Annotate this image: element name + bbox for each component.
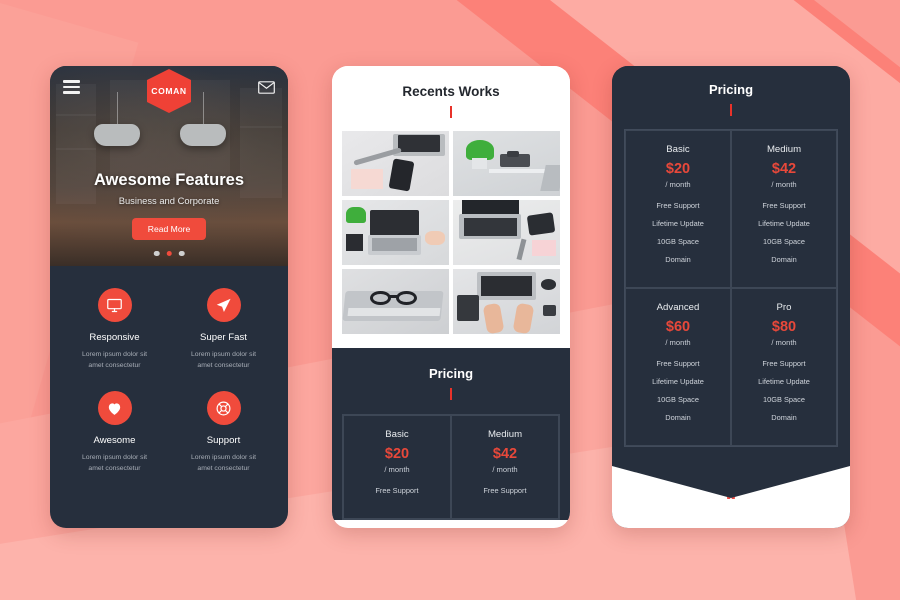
plan-name: Basic xyxy=(666,144,690,155)
feature-item[interactable]: Support Lorem ipsum dolor sit amet consec… xyxy=(169,391,278,474)
gallery-thumbnail[interactable] xyxy=(342,200,449,265)
pricing-plan-card[interactable]: Advanced $60 / month Free Support Lifetim… xyxy=(625,288,731,446)
phone-screen-works: Recents Works Pricing Basic $20 / month … xyxy=(332,66,570,528)
pricing-section: Pricing Basic $20 / month Free Support Me… xyxy=(332,348,570,520)
gallery-thumbnail[interactable] xyxy=(453,131,560,196)
hero-title: Awesome Features xyxy=(93,171,245,189)
plan-price: $20 xyxy=(665,161,691,177)
pricing-plan-card[interactable]: Medium $42 / month Free Support Lifetime … xyxy=(731,130,837,288)
heart-icon xyxy=(97,391,132,426)
plan-price: $60 xyxy=(665,319,691,335)
hero-subtitle: Business and Corporate xyxy=(118,195,220,206)
feature-description: Lorem ipsum dolor sit amet consectetur xyxy=(82,351,147,369)
plan-feature: Free Support xyxy=(483,486,527,495)
recent-works-section: Recents Works xyxy=(332,66,570,348)
pricing-plan-card[interactable]: Basic $20 / month Free Support xyxy=(343,415,451,519)
envelope-icon[interactable] xyxy=(258,80,275,94)
carousel-dot[interactable] xyxy=(178,250,185,256)
testimonial-footer: “ xyxy=(612,466,850,528)
plan-period: / month xyxy=(771,180,797,189)
plan-feature: 10GB Space xyxy=(657,237,699,246)
gallery-grid xyxy=(332,118,570,334)
plan-feature: Domain xyxy=(771,413,797,422)
plan-feature: 10GB Space xyxy=(657,395,699,404)
paper-plane-icon xyxy=(206,288,241,322)
plan-feature: Free Support xyxy=(375,486,419,495)
read-more-button[interactable]: Read More xyxy=(131,218,207,240)
plan-feature: Domain xyxy=(771,255,797,264)
gallery-thumbnail[interactable] xyxy=(342,269,449,334)
gallery-thumbnail[interactable] xyxy=(453,269,560,334)
pricing-title: Pricing xyxy=(428,366,474,381)
feature-description: Lorem ipsum dolor sit amet consectetur xyxy=(82,454,147,472)
pricing-section: Pricing Basic $20 / month Free Support Li… xyxy=(612,66,850,447)
plan-price: $80 xyxy=(771,319,797,335)
carousel-dot-active[interactable] xyxy=(166,250,172,256)
quote-mark-icon: “ xyxy=(725,488,737,513)
accent-bar xyxy=(729,104,733,116)
phone-screen-pricing: Pricing Basic $20 / month Free Support Li… xyxy=(612,66,850,528)
app-header: COMAN xyxy=(50,66,288,113)
plan-name: Basic xyxy=(385,429,409,440)
phone-screen-home: COMAN Awesome Features Business and Corp… xyxy=(50,66,288,528)
monitor-icon xyxy=(97,288,132,322)
plan-feature: Lifetime Update xyxy=(758,377,810,386)
feature-description: Lorem ipsum dolor sit amet consectetur xyxy=(191,351,256,369)
feature-item[interactable]: Responsive Lorem ipsum dolor sit amet con… xyxy=(60,288,169,371)
plan-name: Pro xyxy=(776,302,792,313)
gallery-thumbnail[interactable] xyxy=(453,200,560,265)
feature-description: Lorem ipsum dolor sit amet consectetur xyxy=(191,454,256,472)
pricing-plan-card[interactable]: Pro $80 / month Free Support Lifetime Upd… xyxy=(731,288,837,446)
works-title: Recents Works xyxy=(402,84,500,99)
feature-title: Awesome xyxy=(93,435,136,447)
plan-period: / month xyxy=(384,465,410,474)
plan-feature: Domain xyxy=(665,413,691,422)
features-grid: Responsive Lorem ipsum dolor sit amet con… xyxy=(50,266,288,491)
carousel-dot[interactable] xyxy=(153,250,160,256)
plan-feature: 10GB Space xyxy=(763,395,805,404)
feature-item[interactable]: Awesome Lorem ipsum dolor sit amet consec… xyxy=(60,391,169,474)
plan-period: / month xyxy=(665,180,691,189)
plan-feature: Lifetime Update xyxy=(652,219,704,228)
accent-bar xyxy=(449,388,453,400)
pricing-plan-card[interactable]: Medium $42 / month Free Support xyxy=(451,415,559,519)
plan-price: $42 xyxy=(771,161,797,177)
plan-feature: Free Support xyxy=(762,201,806,210)
pricing-title: Pricing xyxy=(708,82,754,97)
feature-title: Responsive xyxy=(89,332,140,343)
plan-name: Medium xyxy=(487,429,523,440)
plan-price: $42 xyxy=(492,446,518,462)
plan-period: / month xyxy=(771,338,797,347)
mockup-canvas: COMAN Awesome Features Business and Corp… xyxy=(0,0,900,600)
plan-feature: Free Support xyxy=(656,359,700,368)
feature-title: Super Fast xyxy=(200,332,247,343)
plan-period: / month xyxy=(492,465,518,474)
plan-feature: Lifetime Update xyxy=(652,377,704,386)
plan-price: $20 xyxy=(384,446,410,462)
plan-feature: Lifetime Update xyxy=(758,219,810,228)
lifebuoy-icon xyxy=(206,391,241,426)
plan-feature: Free Support xyxy=(656,201,700,210)
feature-item[interactable]: Super Fast Lorem ipsum dolor sit amet con… xyxy=(169,288,278,371)
hamburger-icon[interactable] xyxy=(63,77,80,97)
plan-name: Medium xyxy=(766,144,802,155)
plan-feature: 10GB Space xyxy=(763,237,805,246)
pricing-table: Basic $20 / month Free Support Medium $42… xyxy=(342,414,560,520)
plan-feature: Free Support xyxy=(762,359,806,368)
logo[interactable]: COMAN xyxy=(147,69,191,113)
pricing-plan-card[interactable]: Basic $20 / month Free Support Lifetime U… xyxy=(625,130,731,288)
plan-name: Advanced xyxy=(656,302,700,313)
gallery-thumbnail[interactable] xyxy=(342,131,449,196)
pricing-table: Basic $20 / month Free Support Lifetime U… xyxy=(624,129,838,447)
feature-title: Support xyxy=(206,435,241,447)
logo-text: COMAN xyxy=(151,86,187,96)
plan-period: / month xyxy=(665,338,691,347)
accent-bar xyxy=(449,106,453,118)
carousel-dots[interactable] xyxy=(153,250,185,256)
plan-feature: Domain xyxy=(665,255,691,264)
